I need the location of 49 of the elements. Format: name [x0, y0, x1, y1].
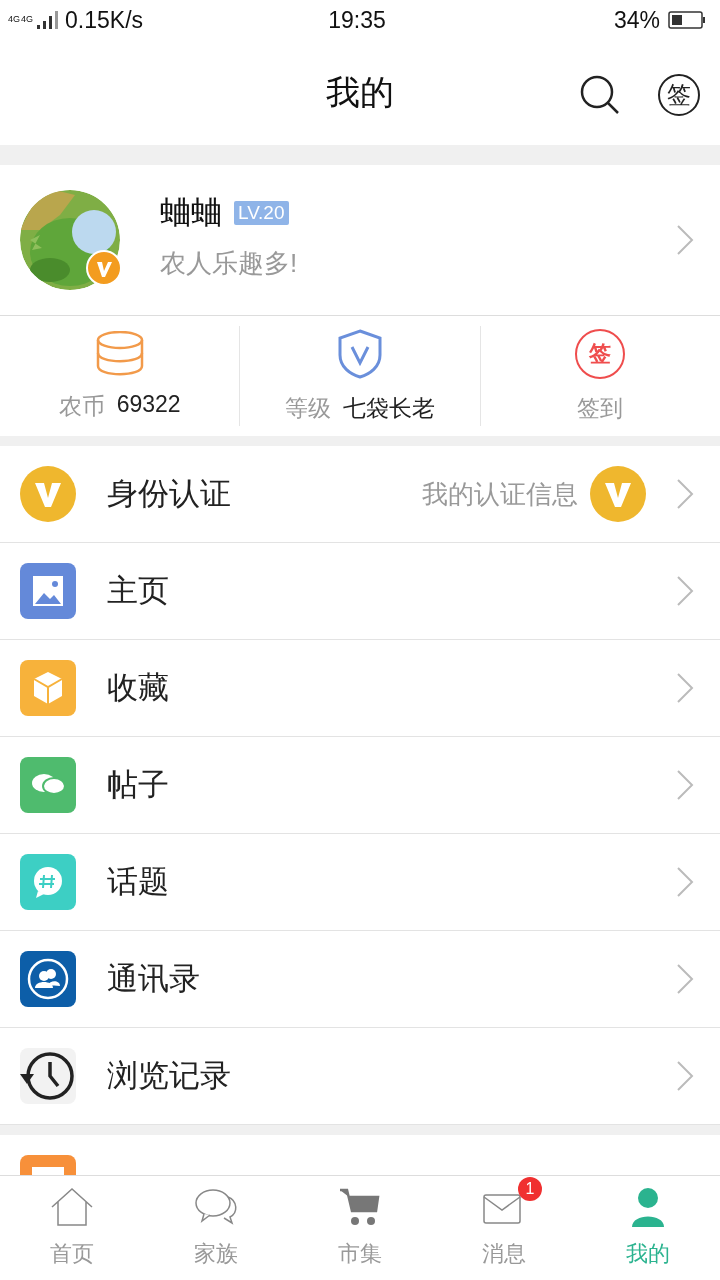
shield-icon: [338, 328, 382, 379]
menu-item[interactable]: 身份认证 我的认证信息: [0, 446, 720, 543]
chevron-icon: [676, 478, 694, 510]
chevron-icon: [676, 963, 694, 995]
chevron-icon: [676, 1060, 694, 1092]
battery-percent: 34%: [613, 6, 660, 34]
menu-item[interactable]: 帖子: [0, 737, 720, 834]
page-title: 我的: [326, 71, 394, 113]
clock: 19:35: [328, 6, 386, 34]
chevron-icon: [676, 769, 694, 801]
home-icon: [50, 1187, 94, 1227]
chevron-icon: [676, 224, 694, 256]
stat-value: 七袋长老: [343, 393, 435, 423]
unread-badge: 1: [518, 1177, 542, 1201]
menu-item[interactable]: 浏览记录: [0, 1028, 720, 1125]
network-label: 4G: [8, 14, 20, 24]
coins-icon: [95, 330, 144, 377]
network-label: 4G: [21, 14, 34, 24]
verified-icon: [590, 466, 646, 522]
menu-item[interactable]: 收藏: [0, 640, 720, 737]
chat-icon: [20, 757, 76, 813]
stat-value: 69322: [116, 390, 181, 419]
chevron-icon: [676, 866, 694, 898]
hashtag-icon: [20, 854, 76, 910]
sign-in-icon: 签: [575, 328, 626, 379]
search-icon[interactable]: [580, 75, 620, 115]
chevron-icon: [676, 575, 694, 607]
network-speed: 0.15K/s: [65, 6, 144, 34]
box-icon: [20, 660, 76, 716]
menu-item[interactable]: 话题: [0, 834, 720, 931]
user-motto: 农人乐趣多!: [160, 246, 299, 280]
level-badge: LV.20: [234, 200, 289, 225]
cart-icon: [338, 1187, 382, 1227]
chat-icon: [194, 1187, 238, 1227]
stat-label: 等级: [285, 393, 331, 423]
stat-label: 签到: [577, 393, 624, 423]
contacts-icon: [20, 951, 76, 1007]
stat-label: 农币: [58, 391, 105, 421]
verified-icon: [20, 466, 76, 522]
battery-icon: [668, 11, 706, 29]
history-icon: [20, 1048, 76, 1104]
menu-item[interactable]: 主页: [0, 543, 720, 640]
menu-detail: 我的认证信息: [422, 477, 578, 511]
user-name: 蛐蛐: [160, 193, 222, 232]
profile-card[interactable]: 蛐蛐 LV.20 农人乐趣多!: [0, 165, 720, 316]
sign-in-button[interactable]: 签: [658, 74, 700, 116]
menu-item[interactable]: 通讯录: [0, 931, 720, 1028]
image-icon: [20, 563, 76, 619]
chevron-icon: [676, 672, 694, 704]
